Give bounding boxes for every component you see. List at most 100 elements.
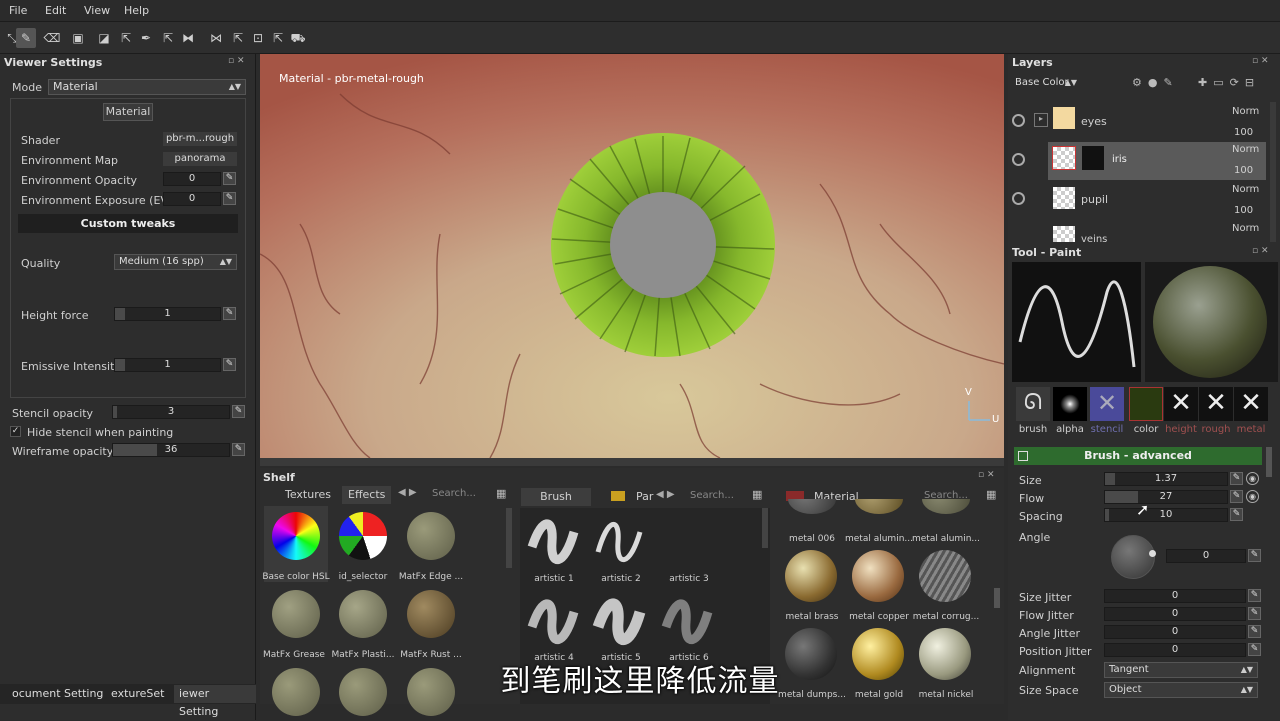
angle-jitter-field[interactable]: 0 [1104,625,1246,639]
panel-float-icon[interactable]: ▫ ✕ [1252,56,1269,66]
textures-scrollbar[interactable] [506,508,512,568]
brush-scrollbar[interactable] [762,508,768,548]
material-thumb-brass[interactable] [785,550,837,602]
brush-slot-icon[interactable]: ᘏ [1016,387,1050,421]
tab-textures[interactable]: Textures [279,486,337,504]
size-slider[interactable]: 1.37 [1104,472,1228,486]
edit-pen-icon[interactable]: ✎ [1248,549,1261,562]
envexp-field[interactable]: 0 [163,192,221,206]
brush-advanced-header[interactable]: Brush - advanced [1014,447,1262,465]
panel-float-icon[interactable]: ▫ ✕ [978,470,995,480]
layer-row-iris[interactable]: iris Norm 100 [1048,142,1266,180]
edit-pen-icon[interactable]: ✎ [1248,607,1261,620]
texture-thumb-edge[interactable] [407,512,455,560]
channel-dropdown[interactable]: Base Color ▲▼ [1010,75,1082,91]
angle-dial[interactable] [1111,535,1155,579]
angle-field[interactable]: 0 [1166,549,1246,563]
edit-pen-icon[interactable]: ✎ [232,405,245,418]
material-thumb-copper[interactable] [852,550,904,602]
custom-tweaks-header[interactable]: Custom tweaks [18,214,238,233]
popout-icon-2[interactable]: ⇱ [228,28,248,48]
emissive-slider[interactable]: 1 [114,358,221,372]
material-thumb-alu2[interactable] [922,499,970,514]
height-slot-icon[interactable]: ✕ [1164,387,1198,421]
edit-pen-icon[interactable]: ✎ [1230,490,1243,503]
panel-float-icon[interactable]: ▫ ✕ [1252,246,1269,256]
material-scrollbar[interactable] [994,588,1000,608]
height-force-slider[interactable]: 1 [114,307,221,321]
popout-icon-3[interactable]: ⇱ [268,28,288,48]
layer-row-veins[interactable]: veins Norm [1008,220,1268,242]
panel-float-icon[interactable]: ▫ ✕ [228,56,245,66]
brush-search-input[interactable]: Search... [690,490,750,501]
envop-field[interactable]: 0 [163,172,221,186]
metal-slot-icon[interactable]: ✕ [1234,387,1268,421]
visibility-eye-icon[interactable] [1012,192,1025,205]
angle-dial-handle[interactable] [1149,550,1156,557]
mode-dropdown[interactable]: Material ▲▼ [48,79,246,95]
edit-pen-icon[interactable]: ✎ [223,192,236,205]
texture-thumb-rust[interactable] [407,590,455,638]
texture-thumb-hsl[interactable] [272,512,320,560]
viewport-3d[interactable]: Material - pbr-metal-rough V U [260,54,1004,458]
color-slot-icon[interactable] [1129,387,1163,421]
rough-slot-icon[interactable]: ✕ [1199,387,1233,421]
layer-tools-icons[interactable]: ⚙●✎ [1132,76,1179,89]
grid-view-icon[interactable]: ▦ [496,487,506,500]
layer-row-pupil[interactable]: pupil Norm 100 [1008,181,1268,219]
pressure-icon[interactable]: ◉ [1246,472,1259,485]
edit-pen-icon[interactable]: ✎ [1248,643,1261,656]
texture-thumb-idselector[interactable] [339,512,387,560]
edit-pen-icon[interactable]: ✎ [232,443,245,456]
edit-pen-icon[interactable]: ✎ [223,358,236,371]
flow-slider[interactable]: 27 [1104,490,1228,504]
mirror-icon[interactable]: ⋈ [206,28,226,48]
textures-search-input[interactable]: Search... [432,488,502,499]
tool-scrollbar[interactable] [1266,447,1272,477]
paint-brush-icon[interactable]: ✎ [16,28,36,48]
edit-pen-icon[interactable]: ✎ [223,172,236,185]
edit-pen-icon[interactable]: ✎ [1230,508,1243,521]
menu-view[interactable]: View [84,4,110,17]
alpha-slot-icon[interactable] [1053,387,1087,421]
eraser-icon[interactable]: ⌫ [42,28,62,48]
stencil-opacity-slider[interactable]: 3 [112,405,230,419]
edit-pen-icon[interactable]: ✎ [1248,589,1261,602]
visibility-eye-icon[interactable] [1012,114,1025,127]
texture-thumb-grease[interactable] [272,590,320,638]
projection-icon[interactable]: ▣ [68,28,88,48]
add-layer-icons[interactable]: ✚▭⟳⊟ [1198,76,1260,89]
material-thumb-corrugated[interactable] [919,550,971,602]
tab-scroll-arrows-icon[interactable]: ◀ ▶ [398,487,417,498]
grid-view-icon[interactable]: ▦ [752,488,762,501]
tab-brush[interactable]: Brush [521,488,591,506]
wireframe-slider[interactable]: 36 [112,443,230,457]
popout-icon[interactable]: ⇱ [158,28,178,48]
edit-pen-icon[interactable]: ✎ [1230,472,1243,485]
tab-particles[interactable]: Par [630,488,659,506]
section-toggle-checkbox[interactable] [1018,451,1028,461]
polyfill-icon[interactable]: ◪ [94,28,114,48]
spacing-slider[interactable]: 10 [1104,508,1228,522]
edit-pen-icon[interactable]: ✎ [223,307,236,320]
material-button[interactable]: Material [103,103,153,121]
camera-icon[interactable]: ⛟ [288,28,308,48]
viewport-scrollbar[interactable] [260,458,1004,466]
grid-view-icon[interactable]: ▦ [986,488,996,501]
view-2d-icon[interactable]: ⊡ [248,28,268,48]
export-icon[interactable]: ⇱ [116,28,136,48]
viewport-canvas[interactable] [260,54,1004,458]
menu-file[interactable]: File [9,4,27,17]
tab-scroll-arrows-icon[interactable]: ◀ ▶ [656,489,675,500]
layer-row-eyes[interactable]: ▸ eyes Norm 100 [1008,103,1268,141]
texture-thumb-plastic[interactable] [339,590,387,638]
tab-effects[interactable]: Effects [342,486,392,504]
symmetry-icon[interactable]: ⧓ [178,28,198,48]
edit-pen-icon[interactable]: ✎ [1248,625,1261,638]
envmap-value[interactable]: panorama [163,152,237,166]
pressure-icon[interactable]: ◉ [1246,490,1259,503]
shader-value[interactable]: pbr-m...rough [163,132,237,146]
visibility-eye-icon[interactable] [1012,153,1025,166]
flow-jitter-field[interactable]: 0 [1104,607,1246,621]
size-jitter-field[interactable]: 0 [1104,589,1246,603]
